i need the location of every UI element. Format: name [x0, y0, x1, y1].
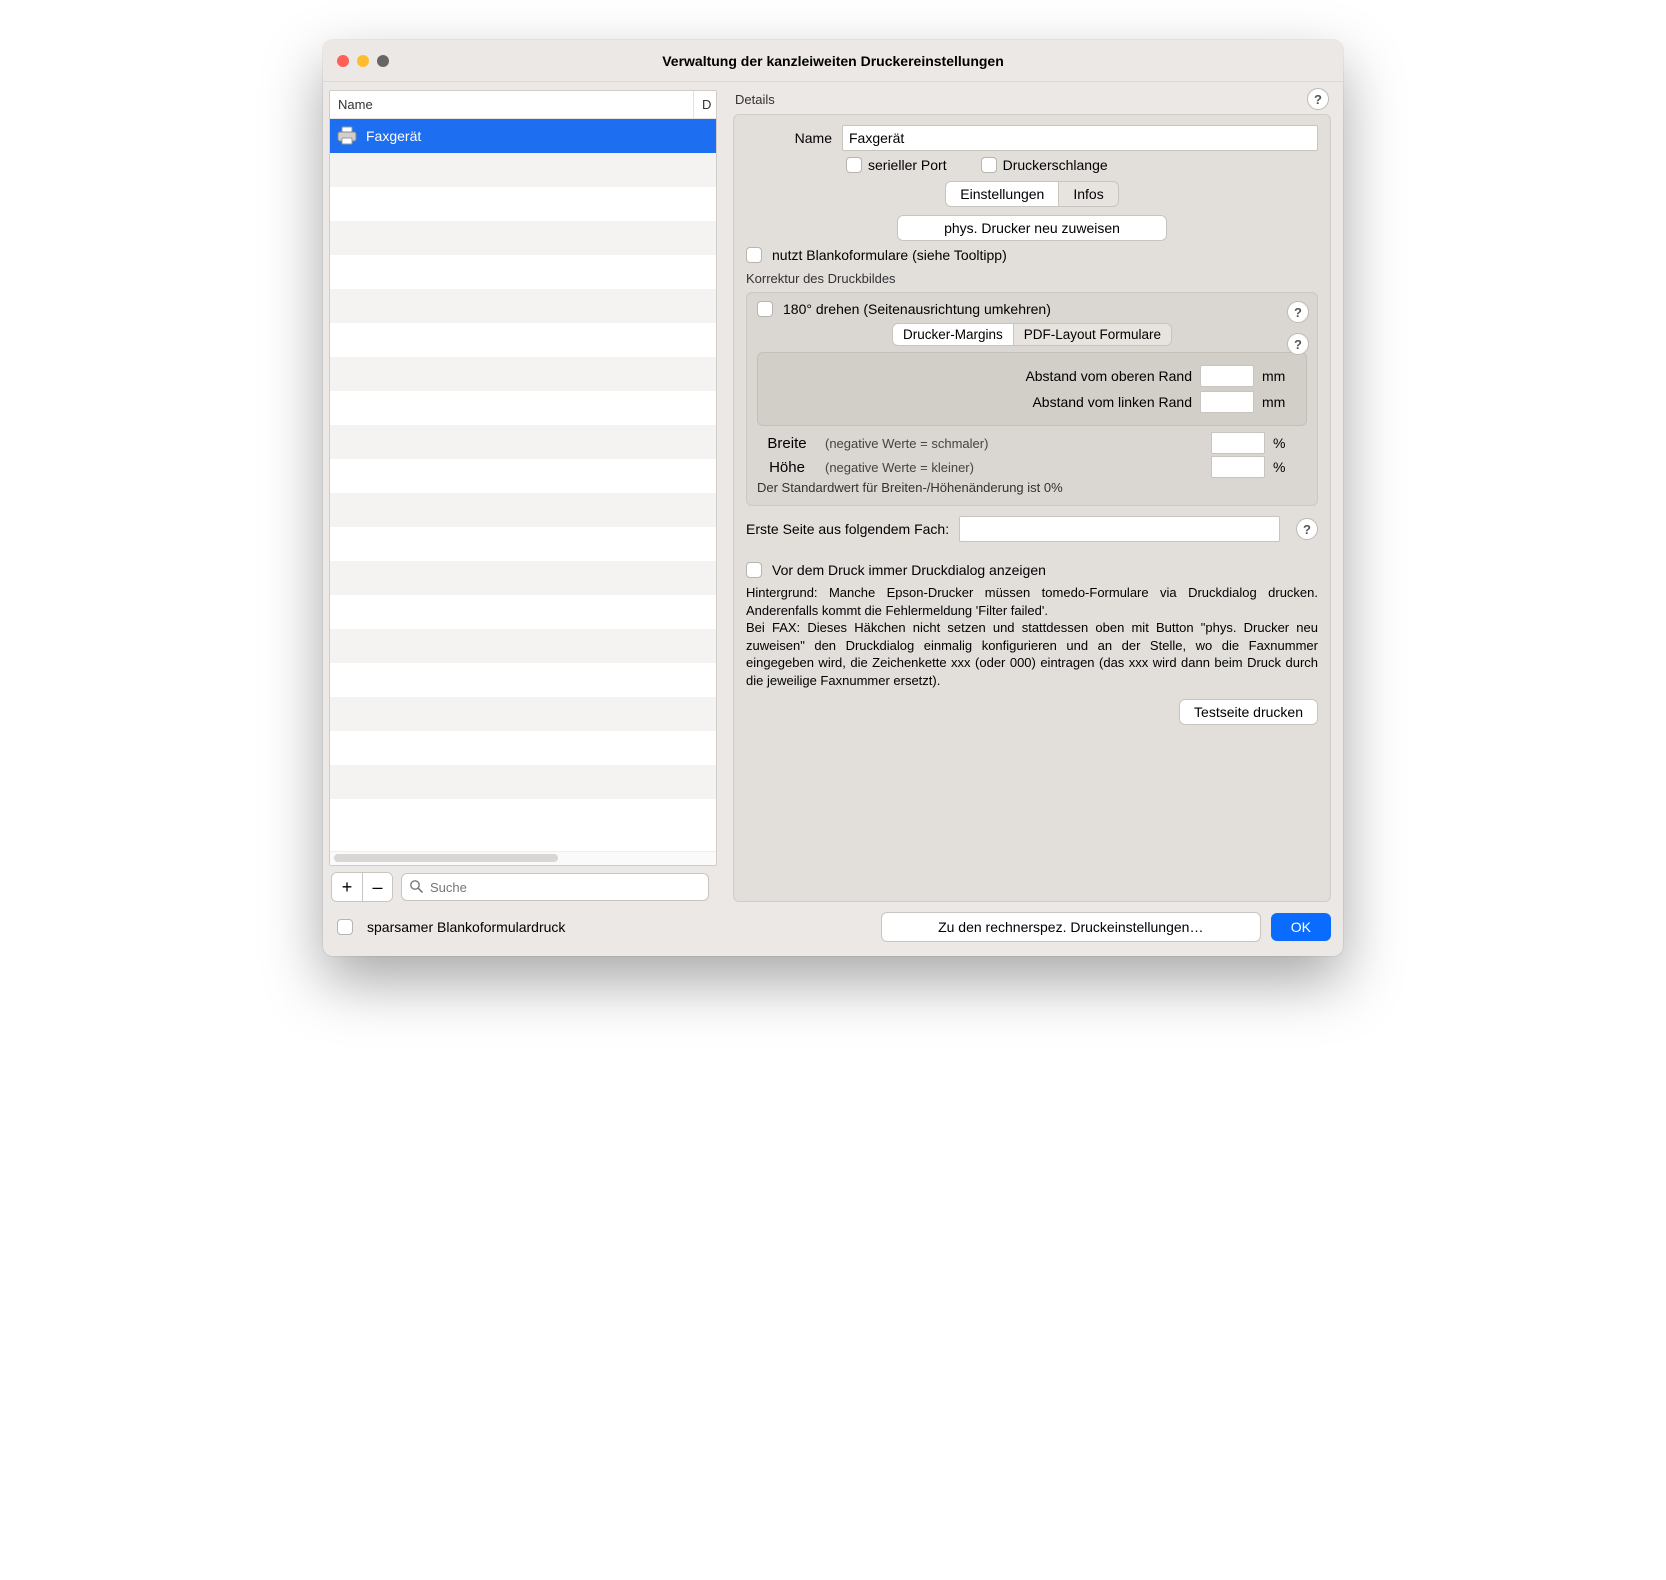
- ok-button[interactable]: OK: [1271, 913, 1331, 941]
- printer-list-pane: Name D Faxgerät: [323, 82, 721, 902]
- print-queue-checkbox[interactable]: [981, 157, 997, 173]
- tab-printer-margins[interactable]: Drucker-Margins: [892, 323, 1014, 346]
- print-queue-label: Druckerschlange: [1003, 157, 1108, 173]
- remove-button[interactable]: –: [362, 873, 392, 901]
- rotate-label: 180° drehen (Seitenausrichtung umkehren): [783, 301, 1051, 317]
- help-tray-button[interactable]: ?: [1296, 518, 1318, 540]
- tab-pdf-layout[interactable]: PDF-Layout Formulare: [1014, 323, 1172, 346]
- help-button[interactable]: ?: [1307, 88, 1329, 110]
- table-row[interactable]: [330, 799, 716, 833]
- table-row[interactable]: [330, 527, 716, 561]
- height-label: Höhe: [757, 459, 817, 476]
- rotate-checkbox[interactable]: [757, 301, 773, 317]
- tray-input[interactable]: [959, 516, 1280, 542]
- unit-mm: mm: [1262, 394, 1296, 410]
- table-row[interactable]: [330, 595, 716, 629]
- printer-name-cell: Faxgerät: [364, 128, 716, 144]
- search-icon: [409, 879, 423, 896]
- serial-port-checkbox[interactable]: [846, 157, 862, 173]
- width-input[interactable]: [1211, 432, 1265, 454]
- help-margins-button[interactable]: ?: [1287, 333, 1309, 355]
- margin-top-input[interactable]: [1200, 365, 1254, 387]
- table-row[interactable]: [330, 629, 716, 663]
- background-text: Hintergrund: Manche Epson-Drucker müssen…: [746, 584, 1318, 689]
- main-tabs: Einstellungen Infos: [945, 181, 1118, 207]
- close-icon[interactable]: [337, 55, 349, 67]
- width-label: Breite: [757, 435, 817, 452]
- table-row[interactable]: [330, 289, 716, 323]
- computer-settings-button[interactable]: Zu den rechnerspez. Druckeinstellungen…: [881, 912, 1261, 942]
- table-row[interactable]: [330, 459, 716, 493]
- printer-icon: [330, 126, 364, 146]
- add-button[interactable]: +: [332, 873, 362, 901]
- footer: sparsamer Blankoformulardruck Zu den rec…: [323, 902, 1343, 956]
- details-panel: Name serieller Port Druckerschlange: [733, 114, 1331, 902]
- table-row[interactable]: [330, 425, 716, 459]
- add-remove-buttons: + –: [331, 872, 393, 902]
- table-row[interactable]: [330, 221, 716, 255]
- margin-tabs: Drucker-Margins PDF-Layout Formulare: [892, 323, 1172, 346]
- table-row[interactable]: [330, 697, 716, 731]
- window-controls: [337, 55, 389, 67]
- show-dialog-checkbox[interactable]: [746, 562, 762, 578]
- column-header-d[interactable]: D: [694, 91, 716, 118]
- details-pane: Details ? Name serieller Port Druckersch…: [721, 82, 1343, 902]
- help-rotate-button[interactable]: ?: [1287, 301, 1309, 323]
- column-header-name[interactable]: Name: [330, 91, 694, 118]
- zoom-icon[interactable]: [377, 55, 389, 67]
- printer-table: Name D Faxgerät: [329, 90, 717, 866]
- width-hint: (negative Werte = schmaler): [825, 436, 988, 451]
- table-row[interactable]: [330, 765, 716, 799]
- name-field[interactable]: [842, 125, 1318, 151]
- serial-port-label: serieller Port: [868, 157, 947, 173]
- show-dialog-label: Vor dem Druck immer Druckdialog anzeigen: [772, 562, 1046, 578]
- details-heading: Details: [735, 92, 775, 107]
- minimize-icon[interactable]: [357, 55, 369, 67]
- margins-panel: Abstand vom oberen Rand mm Abstand vom l…: [757, 352, 1307, 426]
- height-hint: (negative Werte = kleiner): [825, 460, 974, 475]
- table-row[interactable]: [330, 731, 716, 765]
- blank-forms-checkbox[interactable]: [746, 247, 762, 263]
- window-title: Verwaltung der kanzleiweiten Druckereins…: [323, 53, 1343, 69]
- blank-forms-label: nutzt Blankoformulare (siehe Tooltipp): [772, 247, 1007, 263]
- table-row[interactable]: [330, 255, 716, 289]
- sparing-label: sparsamer Blankoformulardruck: [367, 919, 565, 935]
- table-header: Name D: [330, 91, 716, 119]
- table-row[interactable]: [330, 323, 716, 357]
- height-input[interactable]: [1211, 456, 1265, 478]
- margin-left-label: Abstand vom linken Rand: [768, 394, 1192, 410]
- tab-infos[interactable]: Infos: [1059, 181, 1118, 207]
- default-note: Der Standardwert für Breiten-/Höhenänder…: [757, 480, 1307, 495]
- unit-percent: %: [1273, 435, 1307, 451]
- tab-settings[interactable]: Einstellungen: [945, 181, 1059, 207]
- print-testpage-button[interactable]: Testseite drucken: [1179, 699, 1318, 725]
- table-row[interactable]: [330, 153, 716, 187]
- table-row[interactable]: [330, 391, 716, 425]
- margin-top-label: Abstand vom oberen Rand: [768, 368, 1192, 384]
- name-label: Name: [746, 130, 832, 146]
- printer-settings-window: Verwaltung der kanzleiweiten Druckereins…: [323, 40, 1343, 956]
- margin-left-input[interactable]: [1200, 391, 1254, 413]
- reassign-printer-button[interactable]: phys. Drucker neu zuweisen: [897, 215, 1167, 241]
- table-row[interactable]: [330, 561, 716, 595]
- table-row[interactable]: [330, 493, 716, 527]
- horizontal-scrollbar[interactable]: [330, 851, 716, 865]
- search-input[interactable]: [401, 873, 709, 901]
- unit-mm: mm: [1262, 368, 1296, 384]
- table-row[interactable]: [330, 663, 716, 697]
- sparing-checkbox[interactable]: [337, 919, 353, 935]
- titlebar: Verwaltung der kanzleiweiten Druckereins…: [323, 40, 1343, 82]
- correction-heading: Korrektur des Druckbildes: [746, 271, 1318, 286]
- table-row[interactable]: [330, 357, 716, 391]
- table-body[interactable]: Faxgerät: [330, 119, 716, 851]
- table-row[interactable]: Faxgerät: [330, 119, 716, 153]
- tray-label: Erste Seite aus folgendem Fach:: [746, 521, 949, 537]
- table-row[interactable]: [330, 187, 716, 221]
- correction-panel: ? 180° drehen (Seitenausrichtung umkehre…: [746, 292, 1318, 506]
- unit-percent: %: [1273, 459, 1307, 475]
